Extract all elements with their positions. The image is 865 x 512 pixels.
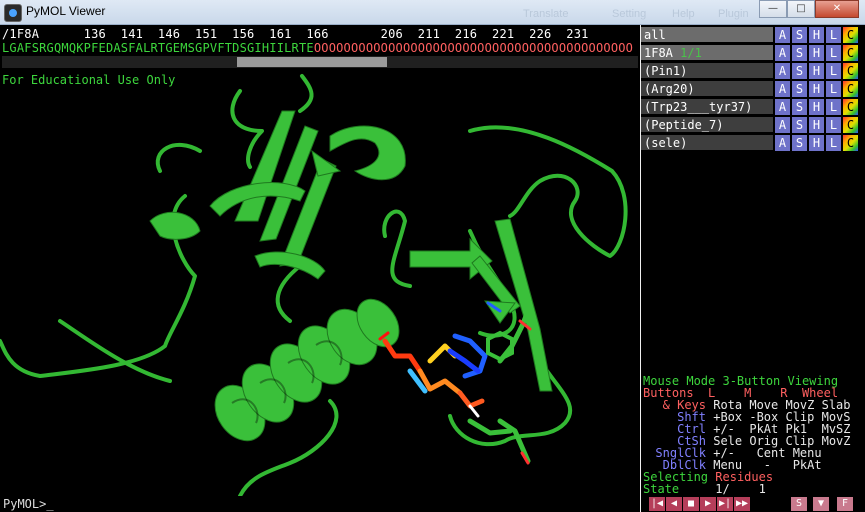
label-button[interactable]: L bbox=[826, 45, 842, 61]
label-button[interactable]: L bbox=[826, 135, 842, 151]
show-button[interactable]: S bbox=[792, 27, 808, 43]
action-button[interactable]: A bbox=[775, 135, 791, 151]
window-title: PyMOL Viewer bbox=[26, 4, 106, 18]
educational-watermark: For Educational Use Only bbox=[2, 73, 176, 87]
object-state: 1/1 bbox=[680, 46, 702, 60]
state-indicator: State 1/ 1 bbox=[643, 482, 766, 496]
maximize-button[interactable]: □ bbox=[787, 0, 815, 18]
hide-button[interactable]: H bbox=[809, 117, 825, 133]
play-button[interactable]: ▶ bbox=[700, 497, 717, 511]
object-name[interactable]: (Arg20) bbox=[641, 81, 773, 97]
menu-arrow-button[interactable]: ▼ bbox=[813, 497, 830, 511]
color-button[interactable]: C bbox=[843, 27, 859, 43]
resolved-residues[interactable]: LGAFSRGQMQKPFEDASFALRTGEMSGPVFTDSGIHIILR… bbox=[2, 41, 314, 55]
object-name[interactable]: (Pin1) bbox=[641, 63, 773, 79]
action-button[interactable]: A bbox=[775, 99, 791, 115]
color-button[interactable]: C bbox=[843, 45, 859, 61]
show-button[interactable]: S bbox=[792, 135, 808, 151]
color-button[interactable]: C bbox=[843, 135, 859, 151]
command-line-input[interactable]: PyMOL>_ bbox=[0, 496, 640, 512]
show-button[interactable]: S bbox=[792, 45, 808, 61]
object-row-1f8a[interactable]: 1F8A 1/1 A S H L C bbox=[641, 45, 865, 62]
object-row-peptide-7[interactable]: (Peptide_7) A S H L C bbox=[641, 117, 865, 134]
hide-button[interactable]: H bbox=[809, 81, 825, 97]
color-button[interactable]: C bbox=[843, 81, 859, 97]
sequence-toggle-button[interactable]: S bbox=[791, 497, 808, 511]
object-name[interactable]: (sele) bbox=[641, 135, 773, 151]
label-button[interactable]: L bbox=[826, 81, 842, 97]
object-row-trp23-tyr37[interactable]: (Trp23___tyr37) A S H L C bbox=[641, 99, 865, 116]
ghost-menu-help: Help bbox=[672, 8, 695, 20]
show-button[interactable]: S bbox=[792, 63, 808, 79]
minimize-button[interactable]: — bbox=[759, 0, 787, 18]
show-button[interactable]: S bbox=[792, 81, 808, 97]
color-button[interactable]: C bbox=[843, 117, 859, 133]
back-button[interactable]: ◀ bbox=[666, 497, 683, 511]
fullscreen-button[interactable]: F bbox=[837, 497, 854, 511]
ghost-menu-setting: Setting bbox=[612, 8, 647, 20]
action-button[interactable]: A bbox=[775, 117, 791, 133]
sequence-numbers: /1F8A 136 141 146 151 156 161 166 206 21… bbox=[2, 27, 589, 41]
action-button[interactable]: A bbox=[775, 63, 791, 79]
sequence-scrollbar[interactable] bbox=[2, 56, 638, 68]
end-button[interactable]: ▶▶ bbox=[734, 497, 751, 511]
action-button[interactable]: A bbox=[775, 45, 791, 61]
pymol-app-icon bbox=[4, 4, 22, 22]
object-name[interactable]: all bbox=[641, 27, 773, 43]
label-button[interactable]: L bbox=[826, 99, 842, 115]
title-bar: PyMOL Viewer Translate Setting Help Plug… bbox=[0, 0, 865, 25]
object-row-arg20[interactable]: (Arg20) A S H L C bbox=[641, 81, 865, 98]
ghost-menu-plugin: Plugin bbox=[718, 8, 749, 20]
label-button[interactable]: L bbox=[826, 117, 842, 133]
object-name[interactable]: (Peptide_7) bbox=[641, 117, 773, 133]
hide-button[interactable]: H bbox=[809, 99, 825, 115]
label-button[interactable]: L bbox=[826, 63, 842, 79]
sequence-residues[interactable]: LGAFSRGQMQKPFEDASFALRTGEMSGPVFTDSGIHIILR… bbox=[2, 41, 633, 55]
color-button[interactable]: C bbox=[843, 63, 859, 79]
hide-button[interactable]: H bbox=[809, 27, 825, 43]
sequence-scroll-thumb[interactable] bbox=[237, 57, 387, 67]
label-button[interactable]: L bbox=[826, 27, 842, 43]
object-panel: all A S H L C 1F8A 1/1 A S H L C (Pin1) … bbox=[641, 25, 865, 512]
stop-button[interactable]: ■ bbox=[683, 497, 700, 511]
hide-button[interactable]: H bbox=[809, 63, 825, 79]
show-button[interactable]: S bbox=[792, 117, 808, 133]
forward-button[interactable]: ▶| bbox=[717, 497, 734, 511]
object-row-sele[interactable]: (sele) A S H L C bbox=[641, 135, 865, 152]
object-name[interactable]: 1F8A 1/1 bbox=[641, 45, 773, 61]
object-row-all[interactable]: all A S H L C bbox=[641, 27, 865, 44]
object-row-pin1[interactable]: (Pin1) A S H L C bbox=[641, 63, 865, 80]
hide-button[interactable]: H bbox=[809, 135, 825, 151]
color-button[interactable]: C bbox=[843, 99, 859, 115]
protein-cartoon[interactable] bbox=[0, 71, 640, 496]
rewind-button[interactable]: |◀ bbox=[649, 497, 666, 511]
show-button[interactable]: S bbox=[792, 99, 808, 115]
unresolved-residues[interactable]: OOOOOOOOOOOOOOOOOOOOOOOOOOOOOOOOOOOOOOOO… bbox=[314, 41, 633, 55]
close-button[interactable]: ✕ bbox=[815, 0, 859, 18]
hide-button[interactable]: H bbox=[809, 45, 825, 61]
action-button[interactable]: A bbox=[775, 27, 791, 43]
playback-controls: |◀ ◀ ■ ▶ ▶| ▶▶ S ▼ F bbox=[641, 496, 865, 512]
ghost-menu-translate: Translate bbox=[523, 8, 569, 20]
sequence-viewer[interactable]: /1F8A 136 141 146 151 156 161 166 206 21… bbox=[0, 25, 640, 71]
window-controls: — □ ✕ bbox=[759, 0, 859, 18]
action-button[interactable]: A bbox=[775, 81, 791, 97]
object-name[interactable]: (Trp23___tyr37) bbox=[641, 99, 773, 115]
3d-viewport[interactable]: For Educational Use Only bbox=[0, 71, 640, 496]
